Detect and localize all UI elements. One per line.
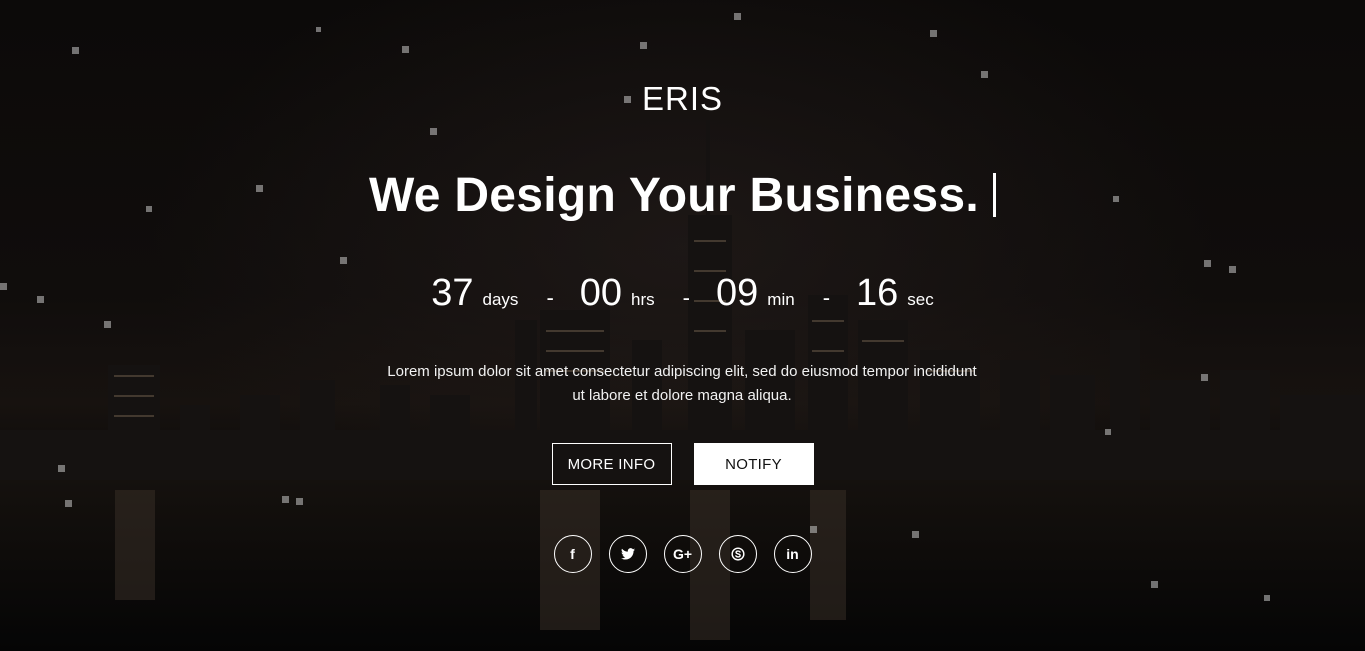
headline: We Design Your Business. [0,168,1365,223]
countdown-separator: - [682,285,690,310]
countdown-value: 00 [579,272,623,314]
countdown-label: hrs [631,290,655,309]
twitter-icon [620,548,635,560]
facebook-icon: f [570,546,575,562]
countdown-value: 16 [856,272,899,314]
countdown-hours: 00 hrs [580,272,655,315]
countdown-label: sec [907,290,934,309]
countdown-days: 37 days [431,272,518,315]
countdown-timer: 37 days - 00 hrs - 09 min - 16 sec [0,272,1365,315]
typing-cursor [993,173,997,217]
social-links: f G+ in [0,535,1365,573]
hero-section: ERIS We Design Your Business. 37 days - … [0,0,1365,651]
countdown-seconds: 16 sec [856,272,934,315]
headline-text: We Design Your Business. [368,169,980,222]
more-info-button[interactable]: MORE INFO [551,443,672,485]
linkedin-link[interactable]: in [773,535,812,573]
countdown-separator: - [546,285,554,310]
skype-link[interactable] [718,535,757,573]
hero-content: ERIS We Design Your Business. 37 days - … [0,0,1365,651]
countdown-value: 09 [716,272,759,314]
description-text: Lorem ipsum dolor sit amet consectetur a… [387,363,977,404]
notify-button[interactable]: NOTIFY [693,443,814,485]
google-plus-link[interactable]: G+ [663,535,702,573]
twitter-link[interactable] [608,535,647,573]
countdown-value: 37 [431,272,474,314]
countdown-separator: - [822,285,831,310]
countdown-label: min [767,290,795,309]
countdown-label: days [482,290,519,309]
cta-buttons: MORE INFO NOTIFY [0,443,1365,485]
skype-icon [730,547,745,561]
logo[interactable]: ERIS [0,80,1365,118]
countdown-minutes: 09 min [716,272,795,315]
facebook-link[interactable]: f [553,535,592,573]
linkedin-icon: in [786,546,799,562]
google-plus-icon: G+ [672,546,693,562]
